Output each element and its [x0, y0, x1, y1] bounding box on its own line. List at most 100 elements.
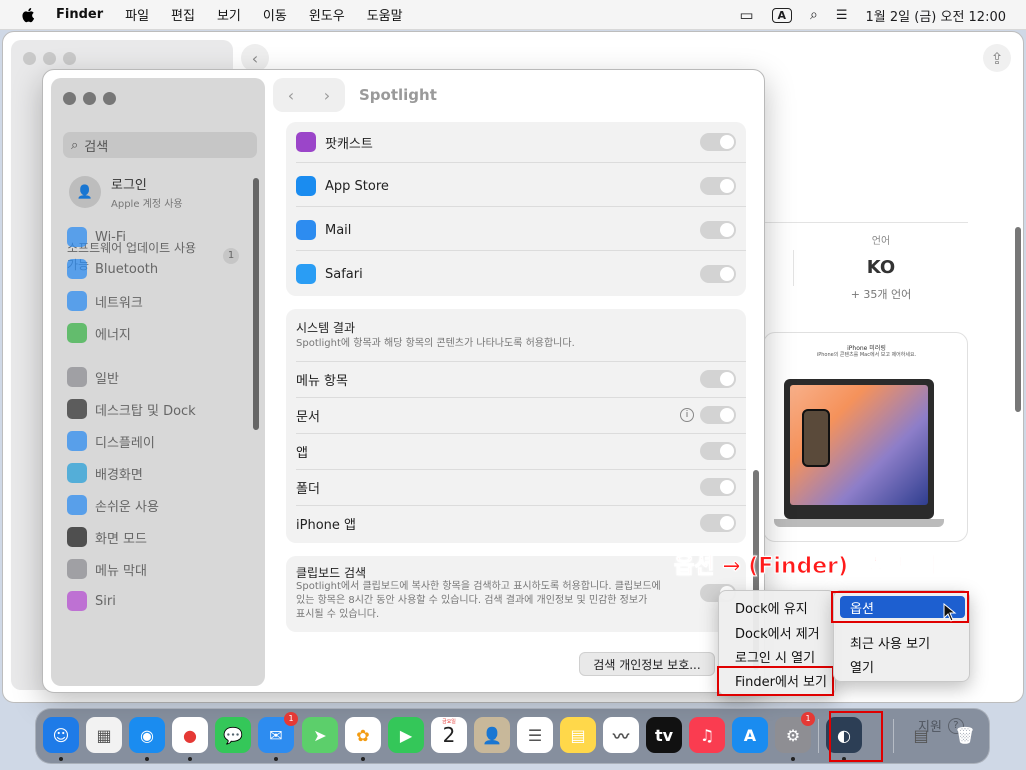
- launchpad-icon[interactable]: ▦: [86, 717, 122, 753]
- close-button-bg[interactable]: [23, 52, 36, 65]
- sidebar-item-icon: [67, 399, 87, 419]
- menu-recent[interactable]: 최근 사용 보기: [840, 631, 965, 653]
- system-result-toggle[interactable]: [700, 370, 736, 388]
- settings-toolbar: ‹ › Spotlight: [273, 78, 437, 112]
- running-indicator: [361, 757, 365, 761]
- contacts-icon[interactable]: 👤: [474, 717, 510, 753]
- sidebar-scrollbar[interactable]: [253, 178, 259, 430]
- facetime-icon[interactable]: ▶: [388, 717, 424, 753]
- menu-keep-in-dock[interactable]: Dock에 유지: [725, 596, 831, 618]
- app-result-label: App Store: [325, 178, 389, 194]
- system-result-row: 앱: [286, 433, 746, 469]
- sidebar-item-icon: [67, 291, 87, 311]
- menu-open[interactable]: 열기: [840, 655, 965, 677]
- system-settings-window: ⌕ 검색 👤 로그인 Apple 계정 사용 소프트웨어 업데이트 사용 가능 …: [42, 69, 765, 693]
- running-indicator: [274, 757, 278, 761]
- minimize-button[interactable]: [83, 92, 96, 105]
- menu-open-at-login[interactable]: 로그인 시 열기: [725, 645, 831, 667]
- search-privacy-button[interactable]: 검색 개인정보 보호...: [579, 652, 715, 676]
- zoom-button[interactable]: [103, 92, 116, 105]
- back-icon[interactable]: ‹: [288, 86, 294, 105]
- sidebar-item[interactable]: Wi-Fi: [67, 227, 126, 247]
- divider: [763, 222, 968, 223]
- menu-help[interactable]: 도움말: [367, 5, 403, 24]
- finder-icon[interactable]: ☺: [43, 717, 79, 753]
- system-result-toggle[interactable]: [700, 478, 736, 496]
- sidebar-item[interactable]: Siri: [67, 591, 116, 611]
- screen-mirroring-icon[interactable]: ▭: [739, 6, 753, 24]
- messages-icon[interactable]: 💬: [215, 717, 251, 753]
- spotlight-content: 팟캐스트 App Store Mail Safari 시스템 결과 Spotlight…: [286, 122, 746, 692]
- sidebar-item[interactable]: 화면 모드: [67, 527, 147, 547]
- sidebar-item-icon: [67, 323, 87, 343]
- system-result-label: 폴더: [296, 481, 320, 497]
- sidebar-item[interactable]: 배경화면: [67, 463, 143, 483]
- sidebar-item-label: Siri: [95, 593, 116, 609]
- menu-view[interactable]: 보기: [217, 5, 241, 24]
- back-button-bg[interactable]: ‹: [241, 44, 269, 72]
- spotlight-search-icon[interactable]: ⌕: [810, 7, 818, 23]
- control-center-icon[interactable]: ☰: [836, 8, 848, 23]
- app-result-row: Mail: [286, 212, 746, 248]
- menu-file[interactable]: 파일: [125, 5, 149, 24]
- system-result-toggle[interactable]: [700, 406, 736, 424]
- appletv-icon[interactable]: tv: [646, 717, 682, 753]
- forward-icon[interactable]: ›: [324, 86, 330, 105]
- freeform-icon[interactable]: 〰: [603, 717, 639, 753]
- account-row[interactable]: 👤 로그인 Apple 계정 사용: [69, 174, 183, 210]
- sidebar-item-icon: [67, 227, 87, 247]
- menu-go[interactable]: 이동: [263, 5, 287, 24]
- sidebar-search-input[interactable]: ⌕ 검색: [63, 132, 257, 158]
- menu-edit[interactable]: 편집: [171, 5, 195, 24]
- app-result-toggle[interactable]: [700, 265, 736, 283]
- menubar-clock[interactable]: 1월 2일 (금) 오전 12:00: [866, 6, 1006, 25]
- safari-icon[interactable]: ◉: [129, 717, 165, 753]
- highlight-box: [717, 666, 834, 696]
- share-icon[interactable]: ⇪: [983, 44, 1011, 72]
- annotation-callout: 옵션 → (Finder)에서 보기: [674, 554, 938, 580]
- search-placeholder: 검색: [84, 139, 109, 155]
- music-icon[interactable]: ♫: [689, 717, 725, 753]
- system-result-toggle[interactable]: [700, 442, 736, 460]
- reminders-icon[interactable]: ☰: [517, 717, 553, 753]
- sidebar-item-icon: [67, 591, 87, 611]
- photos-icon[interactable]: ✿: [345, 717, 381, 753]
- info-icon[interactable]: i: [680, 408, 694, 422]
- sidebar-item-label: Wi-Fi: [95, 229, 127, 245]
- sidebar-item[interactable]: 데스크탑 및 Dock: [67, 399, 196, 419]
- sidebar-item[interactable]: 손쉬운 사용: [67, 495, 159, 515]
- sidebar-item[interactable]: 에너지: [67, 323, 131, 343]
- sidebar-item-label: 네트워크: [95, 295, 143, 311]
- appstore-icon[interactable]: A: [732, 717, 768, 753]
- document-icon[interactable]: ▤: [903, 717, 939, 753]
- menu-app-name[interactable]: Finder: [56, 7, 103, 22]
- close-button[interactable]: [63, 92, 76, 105]
- apple-menu-icon[interactable]: [20, 6, 38, 24]
- maps-icon[interactable]: ➤: [302, 717, 338, 753]
- sidebar-item-label: 화면 모드: [95, 531, 147, 547]
- sidebar-item[interactable]: 일반: [67, 367, 119, 387]
- notes-icon[interactable]: ▤: [560, 717, 596, 753]
- sidebar-item[interactable]: Bluetooth: [67, 259, 158, 279]
- trash-icon[interactable]: 🗑: [947, 717, 983, 753]
- zoom-button-bg[interactable]: [63, 52, 76, 65]
- scrollbar[interactable]: [1015, 227, 1021, 412]
- sidebar-item[interactable]: 메뉴 막대: [67, 559, 147, 579]
- chrome-icon[interactable]: ●: [172, 717, 208, 753]
- clipboard-heading: 클립보드 검색: [296, 566, 367, 580]
- menu-window[interactable]: 윈도우: [309, 5, 345, 24]
- app-result-toggle[interactable]: [700, 133, 736, 151]
- menu-remove-from-dock[interactable]: Dock에서 제거: [725, 621, 831, 643]
- minimize-button-bg[interactable]: [43, 52, 56, 65]
- sidebar-item[interactable]: 디스플레이: [67, 431, 155, 451]
- system-result-row: iPhone 앱: [286, 505, 746, 541]
- sidebar-item-icon: [67, 367, 87, 387]
- system-result-label: iPhone 앱: [296, 517, 356, 533]
- app-result-toggle[interactable]: [700, 221, 736, 239]
- app-icon: [296, 264, 316, 284]
- input-source-indicator[interactable]: A: [771, 7, 793, 23]
- system-result-toggle[interactable]: [700, 514, 736, 532]
- sidebar-item[interactable]: 네트워크: [67, 291, 143, 311]
- app-result-label: Safari: [325, 266, 363, 282]
- app-result-toggle[interactable]: [700, 177, 736, 195]
